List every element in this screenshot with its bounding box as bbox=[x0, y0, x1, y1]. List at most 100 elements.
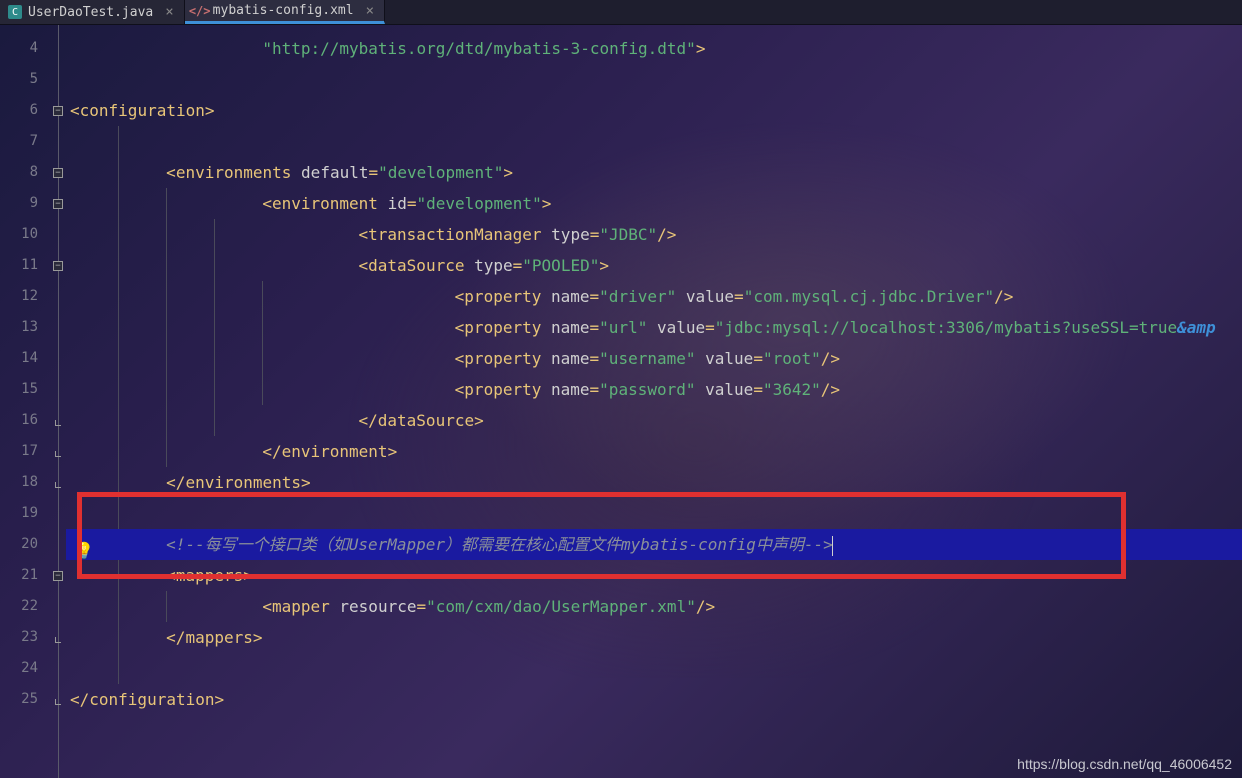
fold-gutter-cell bbox=[50, 405, 66, 436]
token-val: "root" bbox=[763, 349, 821, 368]
code-line[interactable]: 💡<!--每写一个接口类（如UserMapper）都需要在核心配置文件mybat… bbox=[66, 529, 1242, 560]
token-val: "development" bbox=[416, 194, 541, 213]
indent-guide bbox=[118, 343, 119, 374]
token-str: "http://mybatis.org/dtd/mybatis-3-config… bbox=[262, 39, 695, 58]
fold-gutter-cell: − bbox=[50, 250, 66, 281]
fold-minus-icon[interactable]: − bbox=[53, 168, 63, 178]
code-line[interactable]: </mappers> bbox=[66, 622, 1242, 653]
indent-guide bbox=[214, 312, 215, 343]
code-line[interactable]: </environment> bbox=[66, 436, 1242, 467]
code-line[interactable]: <property name="password" value="3642"/> bbox=[66, 374, 1242, 405]
code-line[interactable]: <mappers> bbox=[66, 560, 1242, 591]
code-line[interactable]: "http://mybatis.org/dtd/mybatis-3-config… bbox=[66, 33, 1242, 64]
token-tag: mappers bbox=[185, 628, 252, 647]
token-val: "POOLED" bbox=[522, 256, 599, 275]
code-line[interactable]: <property name="url" value="jdbc:mysql:/… bbox=[66, 312, 1242, 343]
fold-gutter-cell bbox=[50, 653, 66, 684]
indent-guide bbox=[166, 250, 167, 281]
fold-end-icon[interactable] bbox=[55, 482, 61, 488]
close-icon[interactable]: × bbox=[366, 3, 374, 19]
token-punct: > bbox=[696, 39, 706, 58]
code-area[interactable]: "http://mybatis.org/dtd/mybatis-3-config… bbox=[66, 25, 1242, 778]
close-icon[interactable]: × bbox=[165, 4, 173, 20]
indent-guide bbox=[166, 281, 167, 312]
indent-guide bbox=[118, 467, 119, 498]
indent-guide bbox=[214, 343, 215, 374]
line-number: 16 bbox=[0, 405, 38, 436]
code-line[interactable]: <property name="driver" value="com.mysql… bbox=[66, 281, 1242, 312]
fold-gutter-cell bbox=[50, 467, 66, 498]
code-line[interactable]: <environments default="development"> bbox=[66, 157, 1242, 188]
code-line[interactable] bbox=[66, 498, 1242, 529]
indent-guide bbox=[166, 343, 167, 374]
indent-guide bbox=[214, 250, 215, 281]
token-tag: environments bbox=[185, 473, 301, 492]
fold-gutter-cell: − bbox=[50, 560, 66, 591]
java-file-icon: C bbox=[8, 5, 22, 19]
token-punct: < bbox=[262, 597, 272, 616]
editor-tab[interactable]: </>mybatis-config.xml× bbox=[185, 0, 385, 24]
token-tag: property bbox=[464, 318, 551, 337]
indent-guide bbox=[166, 374, 167, 405]
token-punct: = bbox=[753, 349, 763, 368]
fold-gutter-cell: − bbox=[50, 188, 66, 219]
token-punct: /> bbox=[657, 225, 676, 244]
indent-guide bbox=[262, 312, 263, 343]
fold-gutter-cell: − bbox=[50, 95, 66, 126]
fold-minus-icon[interactable]: − bbox=[53, 106, 63, 116]
indent-guide bbox=[166, 405, 167, 436]
line-number: 24 bbox=[0, 653, 38, 684]
indent-guide bbox=[118, 560, 119, 591]
fold-minus-icon[interactable]: − bbox=[53, 199, 63, 209]
xml-file-icon: </> bbox=[193, 4, 207, 18]
line-number: 15 bbox=[0, 374, 38, 405]
token-attr: default bbox=[301, 163, 368, 182]
code-line[interactable] bbox=[66, 64, 1242, 95]
fold-minus-icon[interactable]: − bbox=[53, 261, 63, 271]
token-punct: /> bbox=[821, 380, 840, 399]
token-punct: = bbox=[705, 318, 715, 337]
fold-end-icon[interactable] bbox=[55, 451, 61, 457]
text-cursor bbox=[832, 536, 833, 556]
indent-guide bbox=[118, 281, 119, 312]
editor-area[interactable]: 45678910111213141516171819202122232425 −… bbox=[0, 25, 1242, 778]
token-amp: &amp bbox=[1177, 318, 1216, 337]
token-punct: /> bbox=[994, 287, 1013, 306]
indent-guide bbox=[118, 219, 119, 250]
token-attr: name bbox=[551, 349, 590, 368]
code-line[interactable]: <configuration> bbox=[66, 95, 1242, 126]
line-number: 11 bbox=[0, 250, 38, 281]
code-line[interactable]: </configuration> bbox=[66, 684, 1242, 715]
indent-guide bbox=[118, 188, 119, 219]
code-line[interactable]: <environment id="development"> bbox=[66, 188, 1242, 219]
code-line[interactable]: </environments> bbox=[66, 467, 1242, 498]
code-line[interactable] bbox=[66, 653, 1242, 684]
fold-gutter-cell bbox=[50, 622, 66, 653]
fold-end-icon[interactable] bbox=[55, 699, 61, 705]
token-val: "password" bbox=[599, 380, 705, 399]
line-number: 14 bbox=[0, 343, 38, 374]
code-line[interactable]: <property name="username" value="root"/> bbox=[66, 343, 1242, 374]
token-punct: </ bbox=[262, 442, 281, 461]
indent-guide bbox=[214, 405, 215, 436]
token-punct: < bbox=[262, 194, 272, 213]
code-line[interactable] bbox=[66, 126, 1242, 157]
code-line[interactable]: <transactionManager type="JDBC"/> bbox=[66, 219, 1242, 250]
token-attr: type bbox=[474, 256, 513, 275]
line-number: 18 bbox=[0, 467, 38, 498]
fold-gutter-cell bbox=[50, 343, 66, 374]
code-line[interactable]: <dataSource type="POOLED"> bbox=[66, 250, 1242, 281]
token-punct: > bbox=[301, 473, 311, 492]
code-line[interactable]: <mapper resource="com/cxm/dao/UserMapper… bbox=[66, 591, 1242, 622]
token-val: "3642" bbox=[763, 380, 821, 399]
editor-tab[interactable]: CUserDaoTest.java× bbox=[0, 0, 185, 24]
fold-end-icon[interactable] bbox=[55, 420, 61, 426]
code-line[interactable]: </dataSource> bbox=[66, 405, 1242, 436]
indent-guide bbox=[166, 312, 167, 343]
fold-gutter-cell bbox=[50, 374, 66, 405]
line-number-gutter: 45678910111213141516171819202122232425 bbox=[0, 25, 50, 778]
fold-minus-icon[interactable]: − bbox=[53, 571, 63, 581]
fold-gutter-cell bbox=[50, 33, 66, 64]
fold-end-icon[interactable] bbox=[55, 637, 61, 643]
token-punct: </ bbox=[70, 690, 89, 709]
